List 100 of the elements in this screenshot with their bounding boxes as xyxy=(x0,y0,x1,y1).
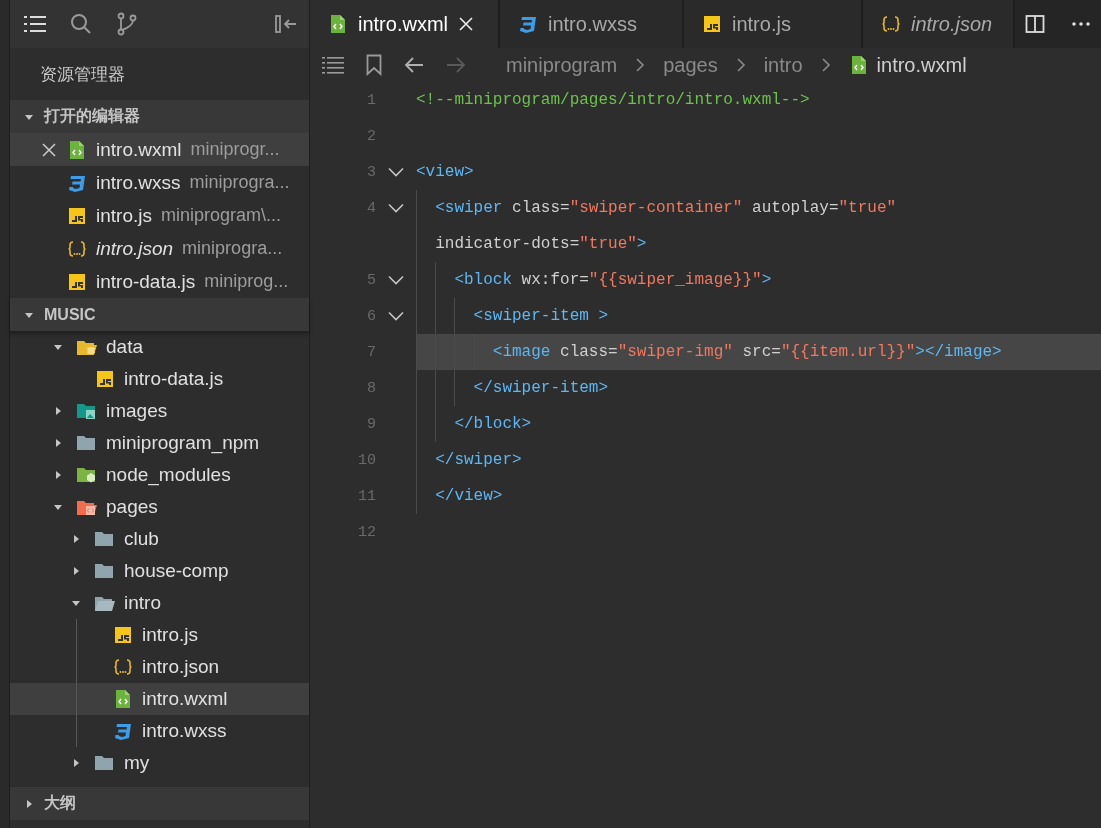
breadcrumb-item[interactable]: intro.wxml xyxy=(848,53,967,77)
node-folder-icon xyxy=(76,465,98,485)
tree-item[interactable]: my xyxy=(10,747,309,779)
js-file-icon xyxy=(113,625,133,645)
fold-chevron-icon[interactable] xyxy=(388,275,404,285)
tree-item[interactable]: pages xyxy=(10,491,309,523)
js-file-icon xyxy=(67,205,87,226)
caret-right-icon[interactable] xyxy=(71,534,81,544)
caret-right-icon[interactable] xyxy=(53,406,63,416)
js-file-icon xyxy=(67,271,87,292)
braces-icon xyxy=(67,238,87,259)
tree-item[interactable]: intro-data.js xyxy=(10,363,309,395)
code-file-icon xyxy=(67,139,87,160)
fold-chevron-icon[interactable] xyxy=(388,167,404,177)
tree-item[interactable]: intro.wxss xyxy=(10,715,309,747)
line-number: 9 xyxy=(366,415,376,433)
split-editor-icon[interactable] xyxy=(1025,14,1045,34)
code-file-icon xyxy=(113,689,133,709)
branch-icon[interactable] xyxy=(116,12,138,36)
code-line: <!--miniprogram/pages/intro/intro.wxml--> xyxy=(416,91,810,109)
tree-item[interactable]: node_modules xyxy=(10,459,309,491)
open-editor-item[interactable]: intro.wxml miniprogr... xyxy=(10,133,309,166)
folder-icon xyxy=(94,753,116,773)
chevron-right-icon xyxy=(635,57,646,73)
open-editor-item[interactable]: intro.json miniprogra... xyxy=(10,232,309,265)
line-number: 2 xyxy=(366,127,376,145)
breadcrumb-item[interactable]: intro xyxy=(763,53,803,77)
code-file-icon xyxy=(328,14,348,34)
line-number: 4 xyxy=(366,199,376,217)
search-icon[interactable] xyxy=(70,13,92,35)
editor-tab[interactable]: intro.js xyxy=(684,0,863,48)
collapse-panel-icon[interactable] xyxy=(275,14,297,34)
bookmark-icon[interactable] xyxy=(366,54,382,76)
line-number: 1 xyxy=(366,91,376,109)
tree-item[interactable]: miniprogram_npm xyxy=(10,427,309,459)
panel-title: 资源管理器 xyxy=(39,63,126,86)
css-file-icon xyxy=(113,721,133,741)
tree-item[interactable]: intro.json xyxy=(10,651,309,683)
tree-item[interactable]: house-comp xyxy=(10,555,309,587)
caret-down-icon[interactable] xyxy=(53,342,63,352)
line-number: 10 xyxy=(357,451,376,469)
line-number: 8 xyxy=(366,379,376,397)
tree-item[interactable]: images xyxy=(10,395,309,427)
caret-down-icon[interactable] xyxy=(71,598,81,608)
section-header[interactable]: 大纲 xyxy=(10,787,309,820)
open-editor-item[interactable]: intro.wxss miniprogra... xyxy=(10,166,309,199)
css-file-icon xyxy=(518,14,538,34)
code-line: <image class="swiper-img" src="{{item.url}}"></image> xyxy=(491,343,1002,361)
folder-icon xyxy=(94,529,116,549)
tree-item[interactable]: club xyxy=(10,523,309,555)
back-arrow-icon[interactable] xyxy=(404,56,424,74)
caret-right-icon[interactable] xyxy=(71,758,81,768)
code-line: <view> xyxy=(416,163,474,181)
editor-tab[interactable]: intro.wxss xyxy=(500,0,684,48)
tree-item[interactable]: intro.wxml xyxy=(10,683,309,715)
caret-right-icon[interactable] xyxy=(53,438,63,448)
line-number: 11 xyxy=(357,487,376,505)
js-file-icon xyxy=(702,14,722,34)
editor-tab[interactable]: intro.json xyxy=(863,0,1015,48)
line-number: 12 xyxy=(357,523,376,541)
breadcrumb-item[interactable]: miniprogram xyxy=(506,53,618,77)
caret-right-icon[interactable] xyxy=(71,566,81,576)
section-header[interactable]: 打开的编辑器 xyxy=(10,100,309,133)
menu-icon[interactable] xyxy=(24,14,46,34)
code-line: <swiper-item > xyxy=(472,307,609,325)
open-editor-item[interactable]: intro.js miniprogram\... xyxy=(10,199,309,232)
more-icon[interactable] xyxy=(1071,21,1091,27)
close-icon[interactable] xyxy=(42,143,56,157)
braces-icon xyxy=(881,14,901,34)
fold-chevron-icon[interactable] xyxy=(388,311,404,321)
line-number: 6 xyxy=(366,307,376,325)
tree-item[interactable]: intro xyxy=(10,587,309,619)
chevron-right-icon xyxy=(735,57,746,73)
editor-tab[interactable]: intro.wxml xyxy=(310,0,500,48)
image-folder-icon xyxy=(76,401,98,421)
caret-down-icon[interactable] xyxy=(53,502,63,512)
caret-right-icon[interactable] xyxy=(53,470,63,480)
section-header[interactable]: MUSIC xyxy=(10,298,309,331)
code-line: </swiper-item> xyxy=(472,379,609,397)
line-number: 7 xyxy=(366,343,376,361)
line-number: 5 xyxy=(366,271,376,289)
tree-item[interactable]: intro.js xyxy=(10,619,309,651)
folder-icon xyxy=(76,433,98,453)
caret-right-icon[interactable] xyxy=(24,798,34,809)
list-icon[interactable] xyxy=(322,56,344,74)
code-line: </block> xyxy=(453,415,532,433)
breadcrumb-item[interactable]: pages xyxy=(663,53,718,77)
code-line: <block wx:for="{{swiper_image}}"> xyxy=(453,271,772,289)
braces-icon xyxy=(113,657,133,677)
code-line: indicator-dots="true"> xyxy=(434,235,647,253)
code-line: </view> xyxy=(434,487,503,505)
fold-chevron-icon[interactable] xyxy=(388,203,404,213)
js-file-icon xyxy=(95,369,115,389)
line-number: 3 xyxy=(366,163,376,181)
open-editor-item[interactable]: intro-data.js miniprog... xyxy=(10,265,309,298)
tree-item[interactable]: data xyxy=(10,331,309,363)
chevron-right-icon xyxy=(820,57,831,73)
code-line: <swiper class="swiper-container" autoplay="true" xyxy=(434,199,897,217)
code-line: </swiper> xyxy=(434,451,522,469)
folder-icon xyxy=(94,561,116,581)
